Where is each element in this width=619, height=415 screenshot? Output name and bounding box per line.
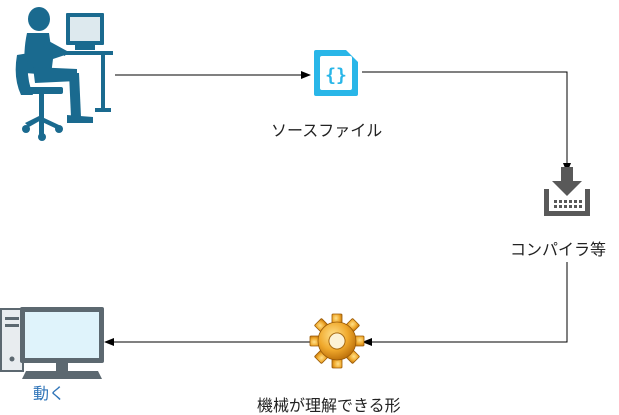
svg-text:{}: {} xyxy=(325,65,347,86)
runs-label: 動く xyxy=(33,384,66,403)
desktop-computer-icon xyxy=(0,307,104,379)
compiler-download-icon xyxy=(544,167,590,216)
gear-icon xyxy=(309,313,365,369)
arrow-compiler-to-machine xyxy=(362,262,568,346)
arrow-source-to-compiler xyxy=(362,71,571,173)
compiler-label: コンパイラ等 xyxy=(510,240,607,259)
source-file-icon: {} xyxy=(314,50,358,96)
flow-diagram: {} ソースファイル コンパイラ等 機械が理解できる形 動く xyxy=(0,0,619,415)
source-file-label: ソースファイル xyxy=(271,121,383,140)
machine-code-label: 機械が理解できる形 xyxy=(257,396,401,415)
person-at-computer-icon xyxy=(15,7,113,141)
